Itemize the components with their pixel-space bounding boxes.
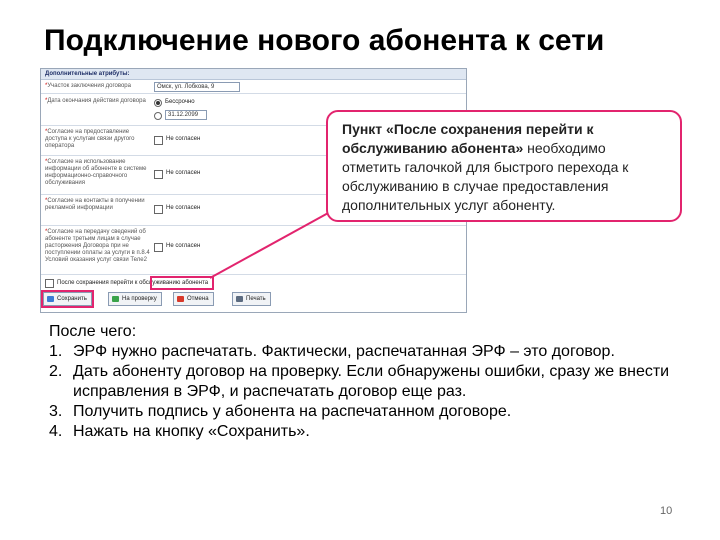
instructions: После чего: 1. ЭРФ нужно распечатать. Фа… <box>49 322 693 442</box>
list-item: 3. Получить подпись у абонента на распеч… <box>49 403 512 420</box>
list-item: 2. Дать абоненту договор на проверку. Ес… <box>49 363 670 400</box>
page-number: 10 <box>660 505 673 517</box>
callout-note: Пункт «После сохранения перейти к обслуж… <box>326 110 682 222</box>
callout-connector <box>209 211 331 279</box>
list-item: 4. Нажать на кнопку «Сохранить». <box>49 423 310 440</box>
instructions-intro: После чего: <box>49 323 137 340</box>
list-item: 1. ЭРФ нужно распечатать. Фактически, ра… <box>49 343 615 360</box>
